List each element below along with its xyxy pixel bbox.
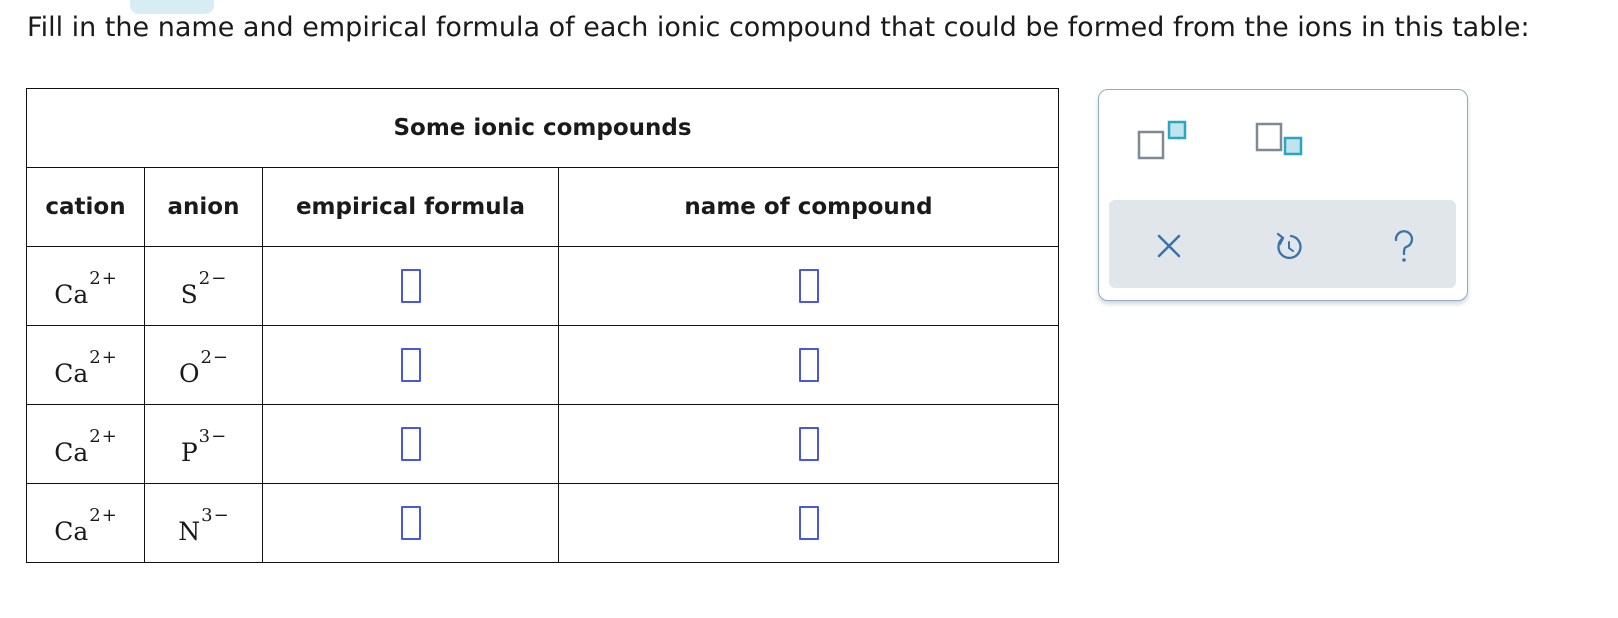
anion-cell: N3− <box>144 483 263 563</box>
cation-symbol: Ca <box>54 437 89 467</box>
cation-cell: Ca2+ <box>26 325 145 405</box>
anion-charge: 2− <box>200 346 230 368</box>
empirical-formula-input[interactable] <box>400 269 421 303</box>
header-name-of-compound: name of compound <box>557 167 1060 247</box>
subscript-button[interactable] <box>1255 120 1311 164</box>
compound-name-input[interactable] <box>798 427 819 461</box>
name-cell <box>557 246 1060 326</box>
table-caption: Some ionic compounds <box>25 88 1060 168</box>
anion-charge: 3− <box>198 425 228 447</box>
anion-cell: P3− <box>144 404 263 484</box>
undo-icon <box>1276 232 1302 260</box>
table-row: Ca2+ O2− <box>26 325 1060 405</box>
cation-ion: Ca2+ <box>54 501 117 546</box>
header-empirical-formula: empirical formula <box>262 167 559 247</box>
empirical-formula-input[interactable] <box>400 348 421 382</box>
formula-cell <box>262 404 559 484</box>
superscript-button[interactable] <box>1137 120 1193 164</box>
anion-ion: N3− <box>178 501 228 546</box>
formula-cell <box>262 325 559 405</box>
superscript-icon <box>1137 120 1187 160</box>
cation-symbol: Ca <box>54 358 89 388</box>
cation-symbol: Ca <box>54 516 89 546</box>
anion-symbol: N <box>178 516 201 546</box>
ionic-compounds-table: Some ionic compounds cation anion empiri… <box>25 88 1060 563</box>
palette-action-bar <box>1109 200 1456 288</box>
formula-cell <box>262 246 559 326</box>
compound-name-input[interactable] <box>798 506 819 540</box>
math-tool-palette <box>1098 89 1468 301</box>
compound-name-input[interactable] <box>798 348 819 382</box>
empirical-formula-input[interactable] <box>400 506 421 540</box>
clear-icon <box>1157 234 1181 258</box>
table-row: Ca2+ S2− <box>26 246 1060 326</box>
anion-ion: O2− <box>179 343 228 388</box>
anion-charge: 2− <box>198 267 228 289</box>
cation-charge: 2+ <box>89 346 118 368</box>
table-row: Ca2+ P3− <box>26 404 1060 484</box>
cation-ion: Ca2+ <box>54 343 117 388</box>
help-button[interactable] <box>1384 226 1424 266</box>
anion-charge: 3− <box>201 504 230 526</box>
anion-cell: S2− <box>144 246 263 326</box>
help-icon <box>1394 230 1414 262</box>
name-cell <box>557 483 1060 563</box>
header-anion: anion <box>144 167 263 247</box>
cation-charge: 2+ <box>89 504 118 526</box>
cation-ion: Ca2+ <box>54 422 117 467</box>
cation-charge: 2+ <box>89 267 118 289</box>
cation-cell: Ca2+ <box>26 404 145 484</box>
table-row: Ca2+ N3− <box>26 483 1060 563</box>
anion-ion: S2− <box>181 264 227 309</box>
undo-button[interactable] <box>1269 226 1309 266</box>
name-cell <box>557 404 1060 484</box>
empirical-formula-input[interactable] <box>400 427 421 461</box>
clear-button[interactable] <box>1149 226 1189 266</box>
compound-name-input[interactable] <box>798 269 819 303</box>
cation-cell: Ca2+ <box>26 483 145 563</box>
cation-charge: 2+ <box>89 425 118 447</box>
cation-ion: Ca2+ <box>54 264 117 309</box>
cation-symbol: Ca <box>54 279 89 309</box>
anion-symbol: P <box>180 437 198 467</box>
anion-symbol: O <box>178 358 200 388</box>
anion-symbol: S <box>180 279 198 309</box>
instruction-text: Fill in the name and empirical formula o… <box>27 12 1530 43</box>
formula-cell <box>262 483 559 563</box>
anion-cell: O2− <box>144 325 263 405</box>
name-cell <box>557 325 1060 405</box>
header-cation: cation <box>26 167 145 247</box>
subscript-icon <box>1255 122 1303 156</box>
anion-ion: P3− <box>181 422 226 467</box>
cation-cell: Ca2+ <box>26 246 145 326</box>
